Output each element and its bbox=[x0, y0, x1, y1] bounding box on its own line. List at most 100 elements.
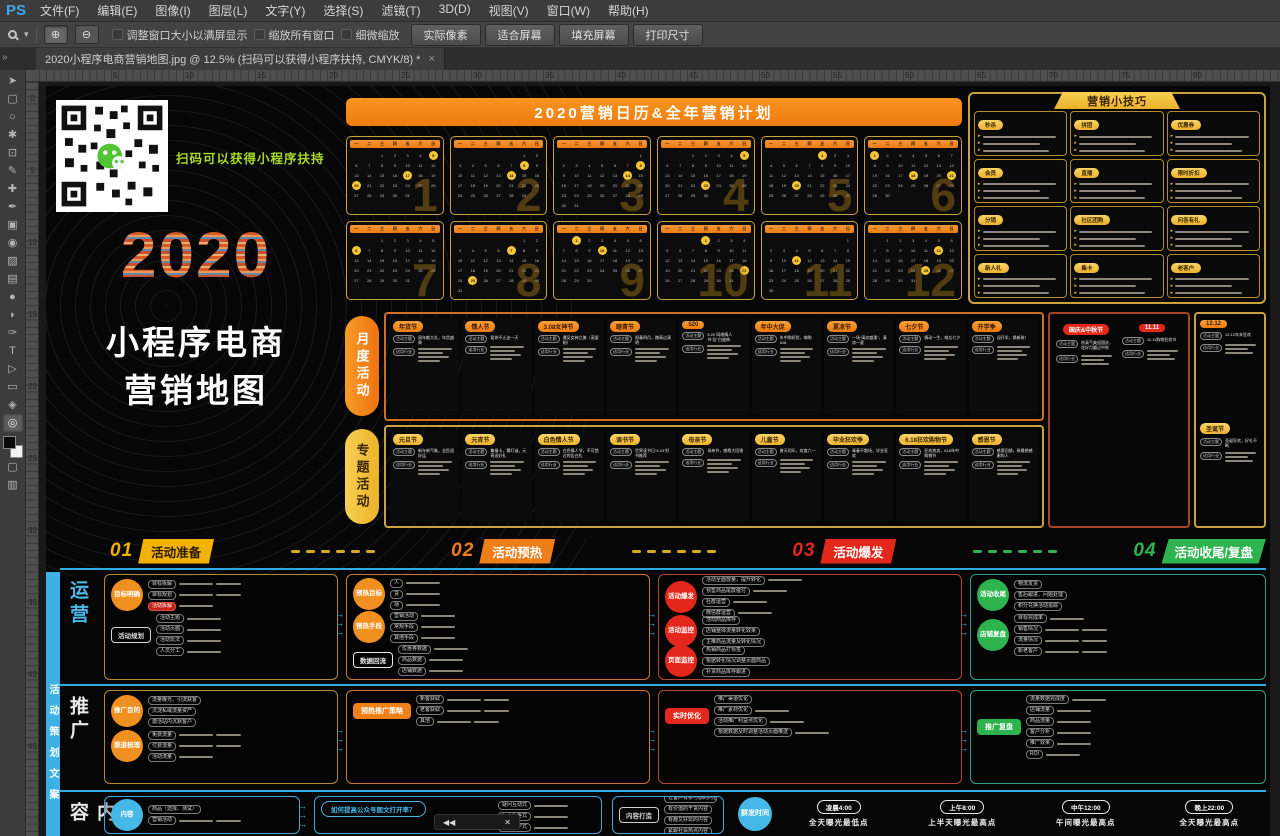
canvas-area[interactable]: 扫码可以获得小程序扶持 2020 小程序电商 营销地图 2020营销日历&全年营… bbox=[39, 82, 1280, 836]
zoom-tool[interactable]: ◎ bbox=[3, 414, 23, 432]
calendar-blank bbox=[583, 150, 596, 160]
screen-mode-button[interactable]: ▥ bbox=[3, 476, 23, 494]
eraser-tool[interactable]: ▨ bbox=[3, 252, 23, 270]
calendar-date: 27 bbox=[790, 190, 803, 200]
weekday-label: 日 bbox=[950, 226, 954, 232]
marquee-tool[interactable]: ▢ bbox=[3, 90, 23, 108]
checkbox-icon[interactable] bbox=[341, 29, 352, 40]
history-brush-tool[interactable]: ◉ bbox=[3, 234, 23, 252]
zoom-out-toggle[interactable]: ⊖ bbox=[75, 25, 99, 44]
menu-item[interactable]: 文字(Y) bbox=[265, 2, 305, 19]
option-checkbox[interactable]: 细微缩放 bbox=[341, 27, 400, 43]
mindmap-item: 目标完成率 bbox=[1014, 614, 1259, 623]
zoom-in-toggle[interactable]: ⊕ bbox=[44, 25, 68, 44]
overlay-controls[interactable]: ◀◀ ✕ bbox=[434, 814, 520, 830]
ruler-number: 5 bbox=[113, 71, 117, 80]
mindmap-item-label: 活动玩法 bbox=[156, 636, 184, 645]
close-icon[interactable]: ✕ bbox=[504, 818, 511, 827]
checkbox-icon[interactable] bbox=[112, 29, 123, 40]
dodge-tool[interactable]: ◗ bbox=[3, 306, 23, 324]
calendar-date: 15 bbox=[376, 255, 389, 265]
option-button[interactable]: 实际像素 bbox=[411, 24, 481, 46]
brush-tool[interactable]: ✒ bbox=[3, 198, 23, 216]
pen-tool[interactable]: ✑ bbox=[3, 324, 23, 342]
dash bbox=[336, 550, 345, 553]
shape-tool[interactable]: ▭ bbox=[3, 378, 23, 396]
calendar-date: 30 bbox=[765, 285, 778, 295]
crop-tool[interactable]: ⊡ bbox=[3, 144, 23, 162]
rewind-icon[interactable]: ◀◀ bbox=[443, 818, 455, 827]
ruler-number: 50 bbox=[761, 71, 770, 80]
option-checkbox[interactable]: 缩放所有窗口 bbox=[254, 27, 335, 43]
menu-item[interactable]: 文件(F) bbox=[40, 2, 79, 19]
menu-item[interactable]: 帮助(H) bbox=[608, 2, 649, 19]
menu-item[interactable]: 选择(S) bbox=[323, 2, 363, 19]
option-button[interactable]: 打印尺寸 bbox=[633, 24, 703, 46]
text-line bbox=[768, 579, 802, 581]
lasso-tool[interactable]: ○ bbox=[3, 108, 23, 126]
menu-item[interactable]: 视图(V) bbox=[489, 2, 529, 19]
calendar-weekday-header: 一二三四五六日 bbox=[454, 225, 544, 233]
text-line bbox=[707, 471, 729, 473]
calendar-blank bbox=[454, 235, 467, 245]
magic-wand-tool[interactable]: ✱ bbox=[3, 126, 23, 144]
text-line bbox=[447, 710, 481, 712]
collapse-panels-icon[interactable]: » bbox=[2, 52, 8, 63]
mindmap-item-label: 活动流量 bbox=[148, 753, 176, 762]
text-line bbox=[179, 605, 213, 607]
menu-item[interactable]: 编辑(E) bbox=[97, 2, 137, 19]
menu-item[interactable]: 窗口(W) bbox=[547, 2, 590, 19]
text-line bbox=[1225, 344, 1256, 346]
tip-bullet: ▸ bbox=[1171, 277, 1256, 282]
option-button[interactable]: 填充屏幕 bbox=[559, 24, 629, 46]
option-checkbox[interactable]: 调整窗口大小以满屏显示 bbox=[112, 27, 248, 43]
dropdown-caret-icon[interactable]: ▾ bbox=[24, 29, 29, 40]
hand-tool[interactable]: ◈ bbox=[3, 396, 23, 414]
foreground-color[interactable] bbox=[3, 436, 16, 449]
eyedropper-tool[interactable]: ✎ bbox=[3, 162, 23, 180]
tip-card: 老客户▸▸▸ bbox=[1167, 254, 1260, 299]
healing-brush-tool[interactable]: ✚ bbox=[3, 180, 23, 198]
industry-lines bbox=[1147, 350, 1182, 360]
blur-tool[interactable]: ● bbox=[3, 288, 23, 306]
theme-tag: 活动主题 bbox=[755, 335, 777, 343]
clone-stamp-tool[interactable]: ▣ bbox=[3, 216, 23, 234]
calendar-date: 14 bbox=[674, 170, 687, 180]
text-line bbox=[983, 143, 1040, 145]
calendar-date: 21 bbox=[557, 265, 570, 275]
weekday-label: 四 bbox=[393, 141, 397, 147]
mindmap-item: 活动玩法 bbox=[156, 636, 331, 645]
calendar-date: 16 bbox=[583, 255, 596, 265]
quick-mask-button[interactable]: ▢ bbox=[3, 458, 23, 476]
menu-item[interactable]: 滤镜(T) bbox=[381, 2, 420, 19]
document-tab[interactable]: 2020小程序电商营销地图.jpg @ 12.5% (扫码可以获得小程序扶持, … bbox=[36, 48, 445, 70]
bullet-arrow-icon: ▸ bbox=[1171, 148, 1174, 153]
calendar-date: 1 bbox=[376, 235, 389, 245]
path-select-tool[interactable]: ▷ bbox=[3, 360, 23, 378]
option-button[interactable]: 适合屏幕 bbox=[485, 24, 555, 46]
menu-item[interactable]: 3D(D) bbox=[439, 2, 471, 19]
type-tool[interactable]: T bbox=[3, 342, 23, 360]
move-tool[interactable]: ➤ bbox=[3, 72, 23, 90]
mindmap-group: 推广目的流量曝光、引流获客沉淀私域流量资产激活站内沉默客户 bbox=[111, 695, 331, 727]
card-theme-row: 活动主题阳春四月，踏青过清明 bbox=[610, 335, 673, 345]
mindmap-column: 推广复盘流量数据完成度店铺流量商品流量客户分析推广效果ROI bbox=[970, 690, 1266, 784]
gradient-tool[interactable]: ▤ bbox=[3, 270, 23, 288]
color-swatches[interactable] bbox=[3, 436, 23, 458]
calendar-date: 7 bbox=[363, 245, 376, 255]
menu-item[interactable]: 图层(L) bbox=[209, 2, 248, 19]
tip-bullet: ▸ bbox=[1074, 291, 1159, 296]
mindmap-item-label: 补货商品库存跟进 bbox=[702, 668, 750, 677]
tip-card: 社区团购▸▸▸ bbox=[1070, 206, 1163, 251]
checkbox-icon[interactable] bbox=[254, 29, 265, 40]
mindmap-item-label: 活动推广利益点优化 bbox=[714, 717, 767, 726]
theme-tag: 活动主题 bbox=[972, 448, 994, 456]
tab-close-icon[interactable]: × bbox=[428, 53, 434, 65]
mindmap-item-label: 根据转化情况调整页面商品 bbox=[702, 657, 770, 666]
text-line bbox=[707, 467, 738, 469]
text-line bbox=[753, 590, 787, 592]
menu-item[interactable]: 图像(I) bbox=[155, 2, 190, 19]
text-line bbox=[983, 183, 1056, 185]
qr-code bbox=[56, 100, 168, 212]
text-line bbox=[1079, 278, 1152, 280]
